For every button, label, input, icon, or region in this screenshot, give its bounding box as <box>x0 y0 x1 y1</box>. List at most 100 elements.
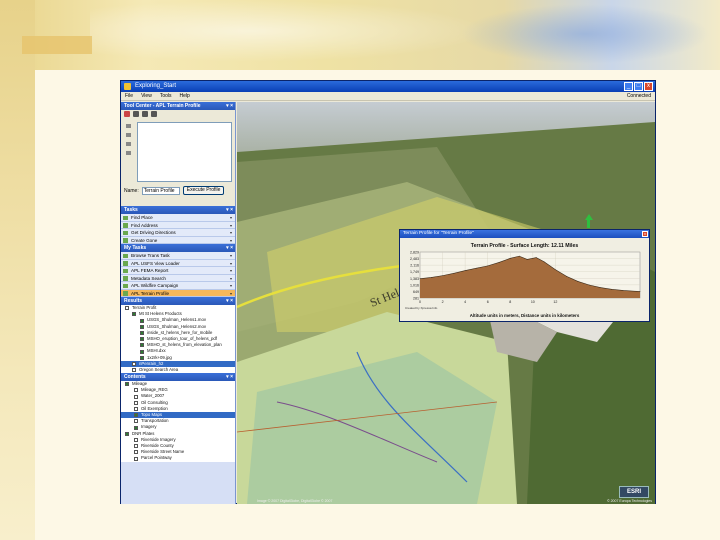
close-icon[interactable]: x <box>642 231 648 237</box>
profile-dialog-titlebar: Terrain Profile for "Terrain Profile" x <box>400 230 649 238</box>
y-tick-label: 1,749 <box>410 270 419 274</box>
chevron-down-icon: ▾ <box>229 268 232 273</box>
task-item[interactable]: Get Driving Directions ▾ <box>121 229 235 237</box>
chevron-down-icon: ▾ <box>229 222 232 228</box>
checkbox <box>134 413 138 418</box>
profile-toolbar <box>121 110 235 119</box>
checkbox <box>140 330 144 335</box>
menu-tools[interactable]: Tools <box>160 92 172 100</box>
move-down-icon[interactable] <box>126 133 131 137</box>
tasks-header[interactable]: Tasks ▾ × <box>121 206 235 214</box>
my-task-item[interactable]: APL FEMA Report ▾ <box>121 267 235 275</box>
my-task-item[interactable]: APL USFS View Loader ▾ <box>121 259 235 267</box>
chevron-down-icon: ▾ <box>229 230 232 235</box>
task-icon <box>123 276 128 281</box>
checkbox <box>134 444 138 449</box>
name-label: Name: <box>124 187 139 194</box>
my-task-item[interactable]: Metadata Search ▾ <box>121 274 235 282</box>
x-tick-label: 6 <box>487 300 489 304</box>
results-header[interactable]: Results ▾ × <box>121 297 235 305</box>
checkbox <box>125 431 129 436</box>
profile-point <box>639 291 641 292</box>
task-icon <box>123 223 128 228</box>
profile-point-list[interactable] <box>137 122 232 182</box>
profile-point <box>566 276 568 277</box>
task-item[interactable]: Find Place ▾ <box>121 214 235 222</box>
profile-point <box>442 275 443 276</box>
results-tree: Terrain Profit Mt St Helens Products USG… <box>121 305 235 374</box>
checkbox <box>140 355 144 360</box>
move-down-icon[interactable] <box>126 151 131 155</box>
chevron-down-icon: ▾ <box>229 253 232 258</box>
task-icon <box>123 268 128 273</box>
move-up-icon[interactable] <box>126 142 131 146</box>
profile-side-tools <box>126 124 132 155</box>
panel-controls[interactable]: ▾ × <box>226 102 233 110</box>
application-window: Exploring_Start _ □ x File View Tools He… <box>120 80 656 504</box>
profile-point <box>588 284 590 286</box>
profile-point <box>464 270 466 271</box>
menu-help[interactable]: Help <box>180 92 190 100</box>
layer-item[interactable]: Parcel Pointway <box>121 455 235 461</box>
y-tick-label: 1,016 <box>410 283 419 287</box>
delete-icon[interactable] <box>124 111 130 117</box>
tool-center-header: Tool Center - APL Terrain Profile ▾ × <box>121 102 235 110</box>
move-up-icon[interactable] <box>126 124 131 128</box>
y-tick-label: 2,829 <box>410 251 419 255</box>
my-task-item[interactable]: APL Wildfire Campaign ▾ <box>121 282 235 290</box>
checkbox <box>134 437 138 442</box>
task-icon <box>123 253 128 258</box>
task-item[interactable]: Create Gone ▾ <box>121 236 235 244</box>
measure-icon[interactable] <box>151 111 157 117</box>
menu-file[interactable]: File <box>125 92 133 100</box>
esri-logo: ESRI <box>619 486 649 498</box>
terrain-profile-dialog[interactable]: Terrain Profile for "Terrain Profile" x … <box>399 229 650 322</box>
y-tick-label: 1,383 <box>410 277 419 281</box>
pointer-icon[interactable] <box>133 111 139 117</box>
task-icon <box>123 238 128 243</box>
tool-center-panel: Name: Terrain Profile Execute Profile <box>121 110 235 206</box>
app-icon <box>124 83 131 90</box>
profile-point <box>611 289 613 290</box>
name-input[interactable]: Terrain Profile <box>141 186 180 195</box>
map-view[interactable]: St Helens Terrain Profile for "Terrain P… <box>237 102 655 504</box>
close-button[interactable]: x <box>644 82 653 91</box>
my-task-item-active[interactable]: APL Terrain Profile ▾ <box>121 289 235 297</box>
chevron-down-icon: ▾ <box>229 275 232 281</box>
x-tick-label: 10 <box>531 300 535 304</box>
x-tick-label: 2 <box>442 300 444 304</box>
slide-left-band <box>0 0 35 540</box>
checkbox <box>134 388 138 393</box>
task-item[interactable]: Find Address ▾ <box>121 221 235 229</box>
profile-point <box>509 257 511 259</box>
chevron-down-icon: ▾ <box>229 290 232 296</box>
terrain-profile-chart: 2,8292,4832,1161,7491,3831,0166492810 2 4 6… <box>405 251 641 310</box>
minimize-button[interactable]: _ <box>624 82 633 91</box>
title-bar: Exploring_Start _ □ x <box>121 81 655 92</box>
checkbox <box>140 349 144 354</box>
chart-caption: Created by Xpressa Info <box>405 306 438 310</box>
my-tasks-list: Browse Trans Task ▾ APL USFS View Loader ▾… <box>121 252 235 297</box>
execute-profile-button[interactable]: Execute Profile <box>182 186 225 195</box>
y-tick-label: 2,483 <box>410 257 419 261</box>
contents-header[interactable]: Contents ▾ × <box>121 373 235 382</box>
menu-view[interactable]: View <box>141 92 152 100</box>
task-icon <box>123 215 128 220</box>
checkbox <box>140 324 144 329</box>
profile-point <box>487 265 489 267</box>
chevron-down-icon: ▾ <box>229 237 232 243</box>
name-row: Name: Terrain Profile Execute Profile <box>124 186 225 195</box>
my-task-item[interactable]: Browse Trans Task ▾ <box>121 252 235 260</box>
checkbox <box>134 394 138 399</box>
checkbox <box>125 382 129 387</box>
checkbox <box>134 419 138 424</box>
task-icon <box>123 261 128 266</box>
profile-point <box>600 287 601 288</box>
maximize-button[interactable]: □ <box>634 82 643 91</box>
pointer-icon[interactable] <box>142 111 148 117</box>
my-tasks-header[interactable]: My Tasks ▾ × <box>121 244 235 252</box>
slide-decoration <box>90 0 490 62</box>
profile-dialog-title: Terrain Profile for "Terrain Profile" <box>403 231 474 236</box>
y-tick-label: 649 <box>413 290 419 294</box>
x-tick-label: 0 <box>419 300 421 304</box>
